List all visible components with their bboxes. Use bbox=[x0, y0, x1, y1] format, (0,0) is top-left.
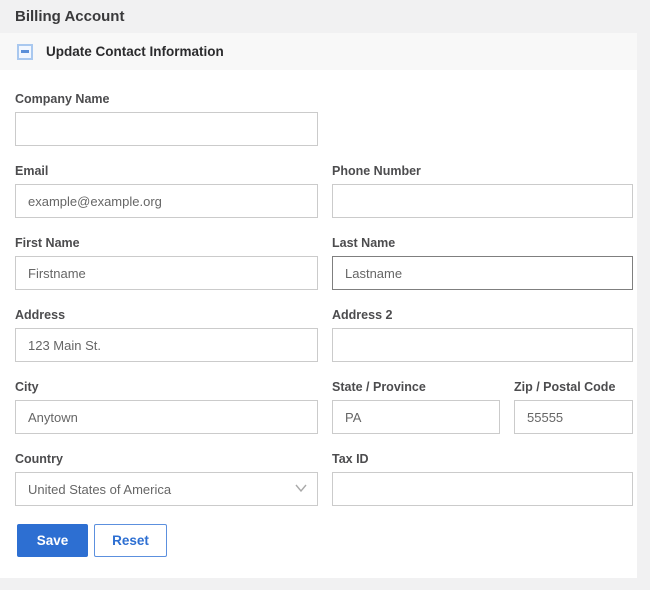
address-field: Address bbox=[15, 308, 318, 362]
address-input[interactable] bbox=[15, 328, 318, 362]
country-tax-row: Country United States of America Tax ID bbox=[15, 452, 633, 506]
page-title-bar: Billing Account bbox=[0, 0, 650, 33]
address-row: Address Address 2 bbox=[15, 308, 633, 362]
tax-id-input[interactable] bbox=[332, 472, 633, 506]
email-label: Email bbox=[15, 164, 318, 179]
country-select-wrap: United States of America bbox=[15, 472, 318, 506]
first-name-field: First Name bbox=[15, 236, 318, 290]
address2-input[interactable] bbox=[332, 328, 633, 362]
name-row: First Name Last Name bbox=[15, 236, 633, 290]
state-field: State / Province bbox=[332, 380, 500, 434]
zip-field: Zip / Postal Code bbox=[514, 380, 633, 434]
email-input[interactable] bbox=[15, 184, 318, 218]
phone-input[interactable] bbox=[332, 184, 633, 218]
save-button[interactable]: Save bbox=[17, 524, 88, 557]
zip-label: Zip / Postal Code bbox=[514, 380, 633, 395]
first-name-input[interactable] bbox=[15, 256, 318, 290]
panel-header: Update Contact Information bbox=[0, 33, 637, 70]
phone-label: Phone Number bbox=[332, 164, 633, 179]
tax-id-field: Tax ID bbox=[332, 452, 633, 506]
city-state-zip-row: City State / Province Zip / Postal Code bbox=[15, 380, 633, 434]
phone-field: Phone Number bbox=[332, 164, 633, 218]
country-field: Country United States of America bbox=[15, 452, 318, 506]
address2-label: Address 2 bbox=[332, 308, 633, 323]
billing-card: Update Contact Information Company Name … bbox=[0, 33, 637, 578]
contact-form: Company Name Email Phone Number First Na… bbox=[0, 70, 637, 568]
last-name-input[interactable] bbox=[332, 256, 633, 290]
minus-square-icon bbox=[21, 50, 29, 53]
country-label: Country bbox=[15, 452, 318, 467]
city-label: City bbox=[15, 380, 318, 395]
email-phone-row: Email Phone Number bbox=[15, 164, 633, 218]
company-name-field: Company Name bbox=[15, 92, 318, 146]
company-name-label: Company Name bbox=[15, 92, 318, 107]
tax-id-label: Tax ID bbox=[332, 452, 633, 467]
form-actions: Save Reset bbox=[17, 524, 637, 557]
page-title: Billing Account bbox=[15, 8, 124, 25]
panel-title: Update Contact Information bbox=[46, 44, 224, 59]
city-field: City bbox=[15, 380, 318, 434]
address2-field: Address 2 bbox=[332, 308, 633, 362]
zip-input[interactable] bbox=[514, 400, 633, 434]
first-name-label: First Name bbox=[15, 236, 318, 251]
city-input[interactable] bbox=[15, 400, 318, 434]
email-field: Email bbox=[15, 164, 318, 218]
state-input[interactable] bbox=[332, 400, 500, 434]
company-name-input[interactable] bbox=[15, 112, 318, 146]
country-select[interactable]: United States of America bbox=[15, 472, 318, 506]
collapse-toggle-button[interactable] bbox=[17, 44, 33, 60]
reset-button[interactable]: Reset bbox=[94, 524, 167, 557]
address-label: Address bbox=[15, 308, 318, 323]
state-label: State / Province bbox=[332, 380, 500, 395]
last-name-field: Last Name bbox=[332, 236, 633, 290]
company-row: Company Name bbox=[15, 92, 633, 146]
last-name-label: Last Name bbox=[332, 236, 633, 251]
